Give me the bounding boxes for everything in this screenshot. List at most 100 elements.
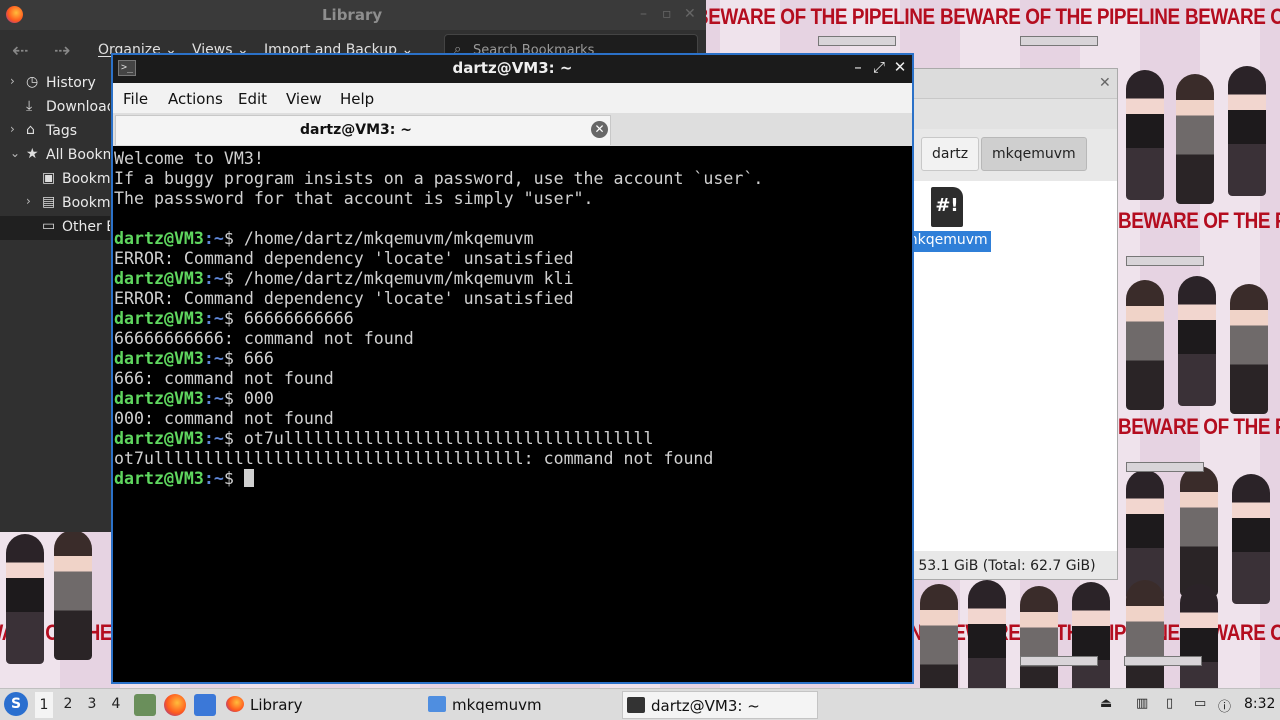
breadcrumb-dartz[interactable]: dartz bbox=[921, 137, 980, 171]
prompt-symbol: $ bbox=[223, 309, 244, 328]
terminal-output-line: 000: command not found bbox=[114, 409, 334, 428]
file-manager-window[interactable]: ✕ dartz mkqemuvm #! mkqemuvm Free space:… bbox=[912, 68, 1118, 580]
close-button[interactable]: ✕ bbox=[891, 58, 909, 76]
prompt-user: dartz@VM3 bbox=[114, 269, 204, 288]
workspace-4[interactable]: 4 bbox=[107, 696, 125, 712]
menu-edit[interactable]: Edit bbox=[238, 90, 267, 108]
file-label-clip: mkqemuvm bbox=[913, 231, 993, 253]
terminal-titlebar[interactable]: >_ dartz@VM3: ~ – ⤢ ✕ bbox=[113, 55, 912, 83]
terminal-command-line: dartz@VM3:~$ 66666666666 bbox=[114, 309, 911, 329]
folder-icon: ▭ bbox=[42, 218, 56, 234]
prompt-symbol: $ bbox=[223, 269, 244, 288]
firefox-launcher-icon[interactable] bbox=[164, 694, 186, 716]
folder-icon bbox=[428, 696, 446, 712]
file-manager-launcher-icon[interactable] bbox=[134, 694, 156, 716]
tree-item-bookmarks-menu[interactable]: ▣ Bookmarks Menu bbox=[0, 168, 110, 192]
file-manager-toolbar bbox=[913, 99, 1117, 129]
show-desktop-icon[interactable] bbox=[194, 694, 216, 716]
forward-arrow-icon[interactable]: ⇢ bbox=[54, 38, 71, 62]
command-text: /home/dartz/mkqemuvm/mkqemuvm bbox=[243, 229, 534, 248]
menu-help[interactable]: Help bbox=[340, 90, 374, 108]
tree-item-history[interactable]: › ◷ History bbox=[0, 72, 110, 96]
display-icon[interactable]: ▭ bbox=[1194, 696, 1206, 711]
close-button[interactable]: ✕ bbox=[684, 6, 696, 22]
close-icon[interactable]: ✕ bbox=[1099, 75, 1111, 91]
close-tab-icon[interactable]: ✕ bbox=[591, 121, 608, 138]
wallpaper-character-figure bbox=[1126, 70, 1164, 200]
script-file-icon[interactable]: #! bbox=[931, 187, 963, 227]
wallpaper-character-figure bbox=[54, 530, 92, 660]
text-cursor bbox=[243, 469, 254, 487]
maximize-button[interactable]: ▫ bbox=[662, 6, 672, 22]
wallpaper-character-figure bbox=[1232, 474, 1270, 604]
terminal-output-line: ot7ullllllllllllllllllllllllllllllllllll… bbox=[114, 449, 714, 468]
chevron-right-icon: › bbox=[26, 194, 31, 208]
menu-view[interactable]: View bbox=[286, 90, 322, 108]
wallpaper-banner: BEWARE OF THE PIPELINE bbox=[1118, 414, 1280, 439]
task-file-manager[interactable]: mkqemuvm bbox=[424, 691, 618, 719]
command-text: ot7ullllllllllllllllllllllllllllllllllll… bbox=[243, 429, 654, 448]
start-menu-button[interactable]: S bbox=[4, 692, 28, 716]
prompt-user: dartz@VM3 bbox=[114, 469, 204, 488]
wallpaper-character-figure bbox=[1176, 74, 1214, 204]
workspace-3[interactable]: 3 bbox=[83, 696, 101, 712]
terminal-output-line: If a buggy program insists on a password… bbox=[114, 169, 764, 188]
library-titlebar[interactable]: Library – ▫ ✕ bbox=[0, 0, 706, 30]
wallpaper-character-figure bbox=[1180, 466, 1218, 596]
workspace-2[interactable]: 2 bbox=[59, 696, 77, 712]
wallpaper-mini-terminal bbox=[1020, 656, 1098, 666]
selected-file-label[interactable]: mkqemuvm bbox=[913, 231, 991, 252]
library-title: Library bbox=[322, 6, 383, 24]
prompt-user: dartz@VM3 bbox=[114, 429, 204, 448]
wallpaper-character-figure bbox=[1230, 284, 1268, 414]
wallpaper-banner: BEWARE OF THE PIPELINE bbox=[695, 4, 935, 29]
minimize-button[interactable]: – bbox=[640, 6, 647, 22]
menu-actions[interactable]: Actions bbox=[168, 90, 223, 108]
prompt-user: dartz@VM3 bbox=[114, 309, 204, 328]
wallpaper-character-figure bbox=[1178, 276, 1216, 406]
maximize-button[interactable]: ⤢ bbox=[870, 58, 888, 76]
prompt-user: dartz@VM3 bbox=[114, 389, 204, 408]
wallpaper-mini-terminal bbox=[1124, 656, 1202, 666]
prompt-symbol: $ bbox=[223, 229, 244, 248]
chevron-right-icon: › bbox=[10, 74, 15, 88]
terminal-output-line: Welcome to VM3! bbox=[114, 149, 264, 168]
back-arrow-icon[interactable]: ⇠ bbox=[12, 38, 29, 62]
clipboard-icon[interactable]: ▯ bbox=[1166, 696, 1173, 711]
tab-terminal[interactable]: dartz@VM3: ~ ✕ bbox=[115, 115, 611, 145]
terminal-output-line: ERROR: Command dependency 'locate' unsat… bbox=[114, 249, 574, 268]
tree-item-all-bookmarks[interactable]: ⌄ ★ All Bookmarks bbox=[0, 144, 110, 168]
tree-item-other-bookmarks[interactable]: ▭ Other Bookmarks bbox=[0, 216, 110, 240]
prompt-path: :~ bbox=[203, 229, 224, 248]
minimize-button[interactable]: – bbox=[849, 58, 867, 76]
tree-item-bookmarks-toolbar[interactable]: › ▤ Bookmarks Toolbar bbox=[0, 192, 110, 216]
clock-icon: ◷ bbox=[26, 74, 39, 90]
menu-file[interactable]: File bbox=[123, 90, 148, 108]
terminal-output-line: ERROR: Command dependency 'locate' unsat… bbox=[114, 289, 574, 308]
task-terminal[interactable]: dartz@VM3: ~ bbox=[622, 691, 818, 719]
chevron-down-icon: ⌄ bbox=[10, 146, 21, 160]
prompt-symbol: $ bbox=[223, 429, 244, 448]
command-text: 000 bbox=[243, 389, 274, 408]
task-library[interactable]: Library bbox=[222, 691, 418, 719]
workspace-1[interactable]: 1 bbox=[35, 692, 53, 718]
wallpaper-mini-terminal bbox=[818, 36, 896, 46]
tree-item-tags[interactable]: › ⌂ Tags bbox=[0, 120, 110, 144]
file-manager-titlebar[interactable]: ✕ bbox=[913, 69, 1117, 99]
update-notification-icon[interactable]: ⓘ bbox=[1218, 696, 1231, 715]
wallpaper-character-figure bbox=[1126, 280, 1164, 410]
breadcrumb-mkqemuvm[interactable]: mkqemuvm bbox=[981, 137, 1087, 171]
terminal-window[interactable]: >_ dartz@VM3: ~ – ⤢ ✕ File Actions Edit … bbox=[111, 53, 914, 684]
taskbar: S 1 2 3 4 Library mkqemuvm dartz@VM3: ~ … bbox=[0, 688, 1280, 720]
terminal-output[interactable]: Welcome to VM3! If a buggy program insist… bbox=[114, 149, 911, 682]
clock[interactable]: 8:32 bbox=[1244, 696, 1275, 712]
wallpaper-mini-terminal bbox=[1020, 36, 1098, 46]
network-icon[interactable]: ▥ bbox=[1136, 696, 1148, 711]
chevron-right-icon: › bbox=[10, 122, 15, 136]
tree-item-downloads[interactable]: ⤓ Downloads bbox=[0, 96, 110, 120]
prompt-path: :~ bbox=[203, 429, 224, 448]
eject-icon[interactable]: ⏏ bbox=[1100, 696, 1112, 711]
command-text: /home/dartz/mkqemuvm/mkqemuvm kli bbox=[243, 269, 574, 288]
free-space-status: Free space: 53.1 GiB (Total: 62.7 GiB) bbox=[913, 558, 1096, 574]
